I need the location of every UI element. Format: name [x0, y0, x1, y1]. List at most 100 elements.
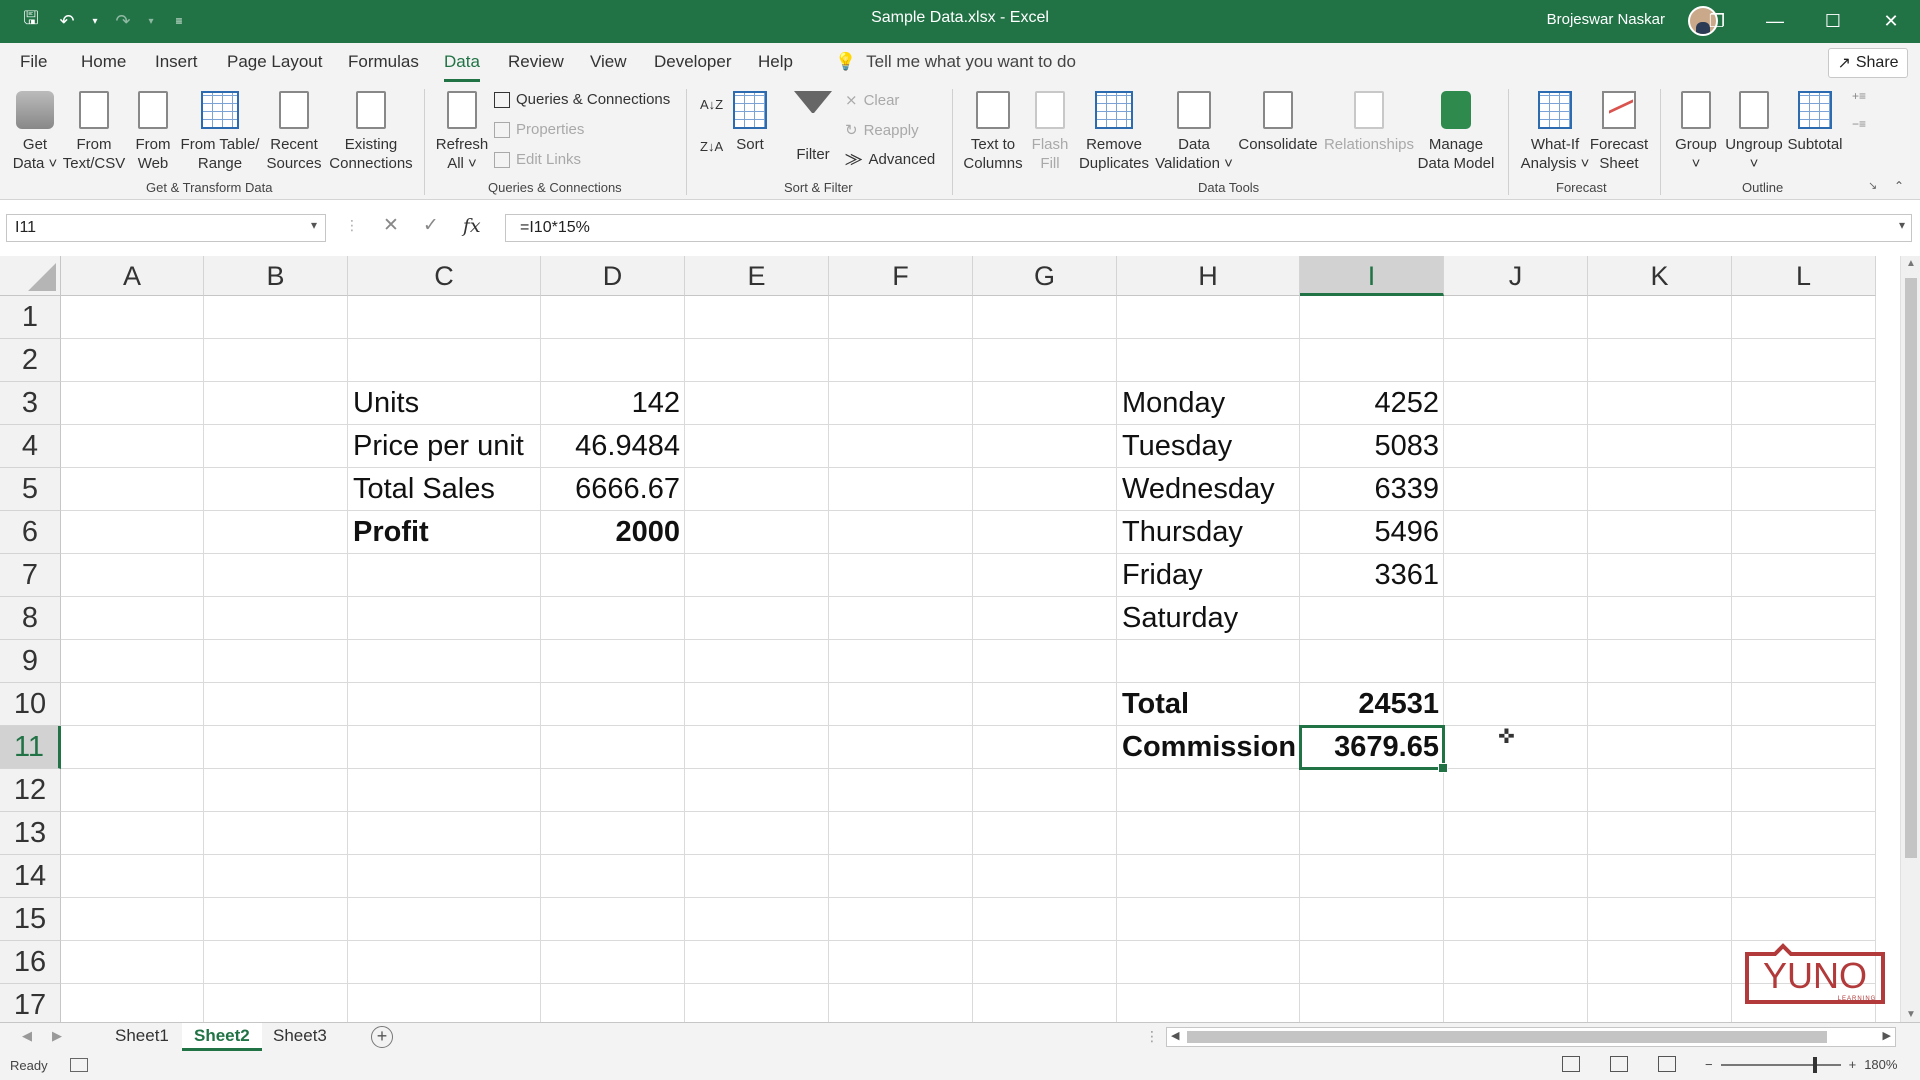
column-header-l[interactable]: L: [1732, 256, 1876, 296]
ribbon-display-options-icon[interactable]: ❐: [1688, 0, 1746, 43]
forecast-sheet-button[interactable]: Forecast Sheet: [1586, 91, 1652, 173]
tab-formulas[interactable]: Formulas: [348, 52, 419, 72]
tab-data[interactable]: Data: [444, 52, 480, 82]
queries-connections-button[interactable]: Queries & Connections: [494, 91, 670, 108]
new-sheet-button[interactable]: +: [371, 1026, 393, 1048]
cell-h4[interactable]: Tuesday: [1122, 425, 1295, 468]
row-header-12[interactable]: 12: [0, 769, 61, 812]
zoom-in-button[interactable]: +: [1849, 1057, 1857, 1072]
flash-fill-button[interactable]: Flash Fill: [1030, 91, 1070, 173]
get-data-button[interactable]: Get Data ˅: [10, 91, 60, 173]
from-text-csv-button[interactable]: From Text/CSV: [62, 91, 126, 173]
scroll-right-arrow[interactable]: ▶: [1883, 1029, 1891, 1042]
cell-i3[interactable]: 4252: [1305, 382, 1439, 425]
ungroup-button[interactable]: Ungroup ˅: [1724, 91, 1784, 173]
from-web-button[interactable]: From Web: [130, 91, 176, 173]
formula-input[interactable]: =I10*15% ▾: [505, 214, 1912, 242]
cell-c4[interactable]: Price per unit: [353, 425, 536, 468]
worksheet-grid[interactable]: A B C D E F G H I J K L 1 2 3 4 5 6 7 8 9 10 11 12 13 14 15 16 17 Uni…: [0, 256, 1900, 1022]
minimize-icon[interactable]: —: [1746, 0, 1804, 43]
cell-d6[interactable]: 2000: [546, 511, 680, 554]
row-header-8[interactable]: 8: [0, 597, 61, 640]
text-to-columns-button[interactable]: Text to Columns: [962, 91, 1024, 173]
tell-me-search[interactable]: 💡 Tell me what you want to do: [835, 52, 1076, 72]
user-name[interactable]: Brojeswar Naskar: [1547, 11, 1665, 28]
cell-h5[interactable]: Wednesday: [1122, 468, 1295, 511]
insert-function-icon[interactable]: fx: [463, 215, 481, 237]
column-header-g[interactable]: G: [973, 256, 1117, 296]
cell-c6[interactable]: Profit: [353, 511, 536, 554]
cell-d3[interactable]: 142: [546, 382, 680, 425]
prev-sheet-icon[interactable]: ◀: [22, 1028, 32, 1044]
zoom-out-button[interactable]: −: [1705, 1057, 1713, 1072]
cell-h10[interactable]: Total: [1122, 683, 1295, 726]
share-button[interactable]: ↗ Share: [1828, 48, 1908, 78]
row-header-9[interactable]: 9: [0, 640, 61, 683]
recent-sources-button[interactable]: Recent Sources: [262, 91, 326, 173]
edit-links-button[interactable]: Edit Links: [494, 151, 581, 168]
tab-help[interactable]: Help: [758, 52, 793, 72]
subtotal-button[interactable]: Subtotal: [1784, 91, 1846, 154]
vertical-scroll-thumb[interactable]: [1905, 278, 1917, 858]
show-detail-button[interactable]: +≡: [1852, 89, 1866, 103]
row-header-11[interactable]: 11: [0, 726, 61, 769]
row-header-1[interactable]: 1: [0, 296, 61, 339]
column-header-d[interactable]: D: [541, 256, 685, 296]
cell-c5[interactable]: Total Sales: [353, 468, 536, 511]
sort-button[interactable]: Sort: [730, 91, 770, 154]
cell-i7[interactable]: 3361: [1305, 554, 1439, 597]
sort-descending-button[interactable]: Z↓A: [700, 139, 723, 154]
cell-i5[interactable]: 6339: [1305, 468, 1439, 511]
tab-review[interactable]: Review: [508, 52, 564, 72]
tab-file[interactable]: File: [20, 52, 47, 72]
row-header-4[interactable]: 4: [0, 425, 61, 468]
reapply-button[interactable]: ↻ Reapply: [845, 121, 919, 140]
refresh-all-button[interactable]: Refresh All ˅: [434, 91, 490, 173]
what-if-analysis-button[interactable]: What-If Analysis ˅: [1515, 91, 1595, 173]
outline-dialog-launcher[interactable]: ↘: [1868, 179, 1877, 192]
cell-d4[interactable]: 46.9484: [546, 425, 680, 468]
existing-connections-button[interactable]: Existing Connections: [326, 91, 416, 173]
next-sheet-icon[interactable]: ▶: [52, 1028, 62, 1044]
cell-h6[interactable]: Thursday: [1122, 511, 1295, 554]
from-table-range-button[interactable]: From Table/ Range: [178, 91, 262, 173]
advanced-filter-button[interactable]: ⨠ Advanced: [845, 151, 935, 168]
scroll-left-arrow[interactable]: ◀: [1171, 1029, 1179, 1042]
row-header-6[interactable]: 6: [0, 511, 61, 554]
cell-d5[interactable]: 6666.67: [546, 468, 680, 511]
hide-detail-button[interactable]: −≡: [1852, 117, 1866, 131]
cell-i4[interactable]: 5083: [1305, 425, 1439, 468]
tab-page-layout[interactable]: Page Layout: [227, 52, 322, 72]
page-layout-view-icon[interactable]: [1610, 1056, 1628, 1072]
cell-h8[interactable]: Saturday: [1122, 597, 1295, 640]
cell-h3[interactable]: Monday: [1122, 382, 1295, 425]
row-header-2[interactable]: 2: [0, 339, 61, 382]
row-header-15[interactable]: 15: [0, 898, 61, 941]
column-header-k[interactable]: K: [1588, 256, 1732, 296]
data-validation-button[interactable]: Data Validation ˅: [1154, 91, 1234, 173]
cell-i6[interactable]: 5496: [1305, 511, 1439, 554]
row-header-13[interactable]: 13: [0, 812, 61, 855]
page-break-preview-icon[interactable]: [1658, 1056, 1676, 1072]
macro-recording-icon[interactable]: [70, 1058, 88, 1072]
horizontal-scrollbar[interactable]: ◀ ▶: [1166, 1027, 1896, 1047]
zoom-level[interactable]: 180%: [1864, 1057, 1897, 1072]
column-header-c[interactable]: C: [348, 256, 541, 296]
clear-filter-button[interactable]: ⨯ Clear: [845, 91, 899, 110]
zoom-slider[interactable]: [1720, 1056, 1841, 1073]
confirm-entry-icon[interactable]: ✓: [423, 214, 439, 237]
column-header-f[interactable]: F: [829, 256, 973, 296]
row-header-14[interactable]: 14: [0, 855, 61, 898]
column-header-j[interactable]: J: [1444, 256, 1588, 296]
cell-h7[interactable]: Friday: [1122, 554, 1295, 597]
row-header-17[interactable]: 17: [0, 984, 61, 1022]
horizontal-scroll-thumb[interactable]: [1187, 1031, 1827, 1043]
relationships-button[interactable]: Relationships: [1322, 91, 1416, 154]
chevron-down-icon[interactable]: ▾: [311, 218, 317, 232]
properties-button[interactable]: Properties: [494, 121, 584, 138]
normal-view-icon[interactable]: [1562, 1056, 1580, 1072]
cell-i10[interactable]: 24531: [1305, 683, 1439, 726]
column-header-i[interactable]: I: [1300, 256, 1444, 296]
close-icon[interactable]: ✕: [1862, 0, 1920, 43]
collapse-ribbon-button[interactable]: ⌃: [1894, 179, 1904, 193]
